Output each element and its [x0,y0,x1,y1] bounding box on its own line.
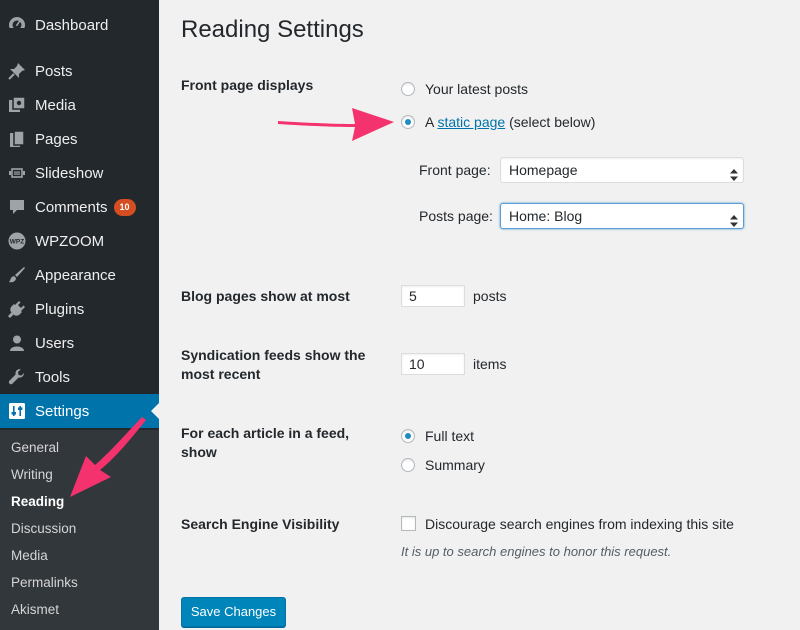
sidebar-item-users[interactable]: Users [0,326,159,360]
sidebar-item-slideshow[interactable]: Slideshow [0,156,159,190]
comments-count-badge: 10 [113,198,136,216]
search-visibility-hint: It is up to search engines to honor this… [401,544,672,559]
syndication-unit: items [473,356,507,372]
sidebar-item-label: Settings [35,402,90,420]
sidebar-item-tools[interactable]: Tools [0,360,159,394]
sidebar-item-label: Plugins [35,300,85,318]
submenu-item-akismet[interactable]: Akismet [11,600,59,620]
static-page-prefix: A [425,114,434,130]
discourage-search-label[interactable]: Discourage search engines from indexing … [425,515,734,533]
search-visibility-label: Search Engine Visibility [181,516,340,532]
page-title: Reading Settings [181,16,364,43]
wrench-icon [8,368,26,386]
posts-page-select-label: Posts page: [419,208,493,224]
pages-icon [8,130,26,148]
sidebar-item-label: Appearance [35,266,116,284]
front-page-select-label: Front page: [419,162,491,178]
feed-article-label: For each article in a feed, show [181,425,350,460]
select-arrows-icon [730,210,738,234]
posts-page-select-value: Home: Blog [509,208,583,224]
submenu-item-writing[interactable]: Writing [11,465,53,485]
sidebar-item-label: Posts [35,62,73,80]
static-page-link[interactable]: static page [437,114,505,130]
plug-icon [8,300,26,318]
blog-pages-label: Blog pages show at most [181,288,350,304]
radio-latest-posts[interactable] [401,82,415,96]
summary-label[interactable]: Summary [425,456,485,474]
front-page-select-value: Homepage [509,162,578,178]
user-icon [8,334,26,352]
radio-static-page[interactable] [401,115,415,129]
slideshow-icon [8,164,26,182]
posts-page-select[interactable]: Home: Blog [500,203,744,229]
static-page-option: A static page (select below) [425,113,595,131]
pin-icon [8,62,26,80]
active-menu-pointer [151,403,159,419]
front-page-displays-label: Front page displays [181,77,314,93]
submenu-item-discussion[interactable]: Discussion [11,519,76,539]
syndication-label: Syndication feeds show the most recent [181,347,366,382]
submenu-item-permalinks[interactable]: Permalinks [11,573,78,593]
sidebar-item-label: Comments [35,198,108,216]
sidebar-item-label: Media [35,96,76,114]
annotation-arrow-static-page [278,108,394,141]
comment-icon [8,198,26,216]
submenu-item-reading[interactable]: Reading [11,492,64,512]
sidebar-item-pages[interactable]: Pages [0,122,159,156]
sidebar-item-settings[interactable]: Settings [0,394,159,428]
latest-posts-label[interactable]: Your latest posts [425,80,528,98]
submenu-item-general[interactable]: General [11,438,59,458]
sidebar-item-appearance[interactable]: Appearance [0,258,159,292]
sidebar-item-comments[interactable]: Comments 10 [0,190,159,224]
sidebar-item-dashboard[interactable]: Dashboard [0,8,159,42]
sidebar-item-media[interactable]: Media [0,88,159,122]
sidebar-item-plugins[interactable]: Plugins [0,292,159,326]
submenu-item-media[interactable]: Media [11,546,48,566]
radio-summary[interactable] [401,458,415,472]
select-arrows-icon [730,164,738,188]
wpzoom-logo-icon: WPZ [8,232,26,250]
sidebar-item-posts[interactable]: Posts [0,54,159,88]
settings-icon [8,402,26,420]
admin-sidebar: Dashboard Posts Media Pages Slideshow Co… [0,0,159,630]
blog-pages-unit: posts [473,288,507,304]
sidebar-item-label: WPZOOM [35,232,105,250]
sidebar-item-label: Slideshow [35,164,104,182]
syndication-input[interactable]: 10 [401,353,465,375]
settings-submenu: General Writing Reading Discussion Media… [0,430,159,630]
media-icon [8,96,26,114]
wpzoom-logo-text: WPZ [10,239,24,246]
sidebar-item-label: Users [35,334,75,352]
blog-pages-input[interactable]: 5 [401,285,465,307]
sidebar-item-label: Pages [35,130,78,148]
sidebar-item-wpzoom[interactable]: WPZ WPZOOM [0,224,159,258]
save-changes-button[interactable]: Save Changes [181,597,286,627]
full-text-label[interactable]: Full text [425,427,474,445]
sidebar-item-label: Dashboard [35,16,109,34]
dashboard-icon [8,16,26,34]
sidebar-item-label: Tools [35,368,71,386]
discourage-search-checkbox[interactable] [401,516,416,531]
static-page-suffix: (select below) [509,114,596,130]
front-page-select[interactable]: Homepage [500,157,744,183]
radio-full-text[interactable] [401,429,415,443]
brush-icon [8,266,26,284]
